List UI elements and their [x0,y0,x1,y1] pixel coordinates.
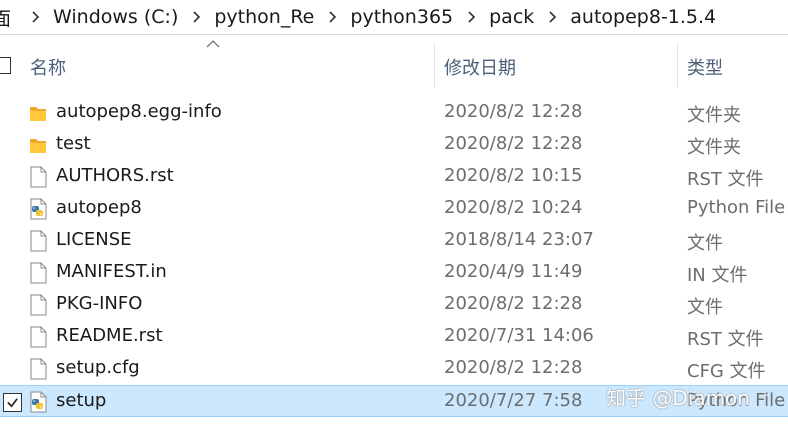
file-row[interactable]: autopep8 2020/8/2 10:24 Python File [0,193,788,225]
file-icon [28,230,48,252]
file-date: 2020/8/2 10:15 [444,165,583,186]
address-bar[interactable]: 面 Windows (C:) python_Re python365 pack … [0,0,788,35]
chevron-right-icon[interactable] [324,9,340,25]
file-row[interactable]: PKG-INFO 2020/8/2 12:28 文件 [0,289,788,321]
file-type: 文件夹 [687,137,741,158]
file-name: setup.cfg [56,357,140,378]
file-date: 2020/8/2 12:28 [444,293,583,314]
file-name: README.rst [56,325,163,346]
chevron-right-icon[interactable] [544,9,560,25]
file-name: autopep8 [56,197,142,218]
watermark: 知乎 @Diamon [606,386,750,410]
file-date: 2018/8/14 23:07 [444,229,594,250]
file-date: 2020/8/2 10:24 [444,197,583,218]
column-divider[interactable] [434,42,435,88]
file-row[interactable]: setup.cfg 2020/8/2 12:28 CFG 文件 [0,353,788,385]
file-date: 2020/8/2 12:28 [444,357,583,378]
chevron-right-icon[interactable] [463,9,479,25]
file-name: AUTHORS.rst [56,165,174,186]
file-type: CFG 文件 [687,361,766,382]
file-type: RST 文件 [687,329,764,350]
chevron-right-icon[interactable] [27,9,43,25]
file-date: 2020/7/31 14:06 [444,325,594,346]
chevron-right-icon[interactable] [188,9,204,25]
row-checkbox[interactable] [3,393,22,412]
breadcrumb-stub[interactable]: 面 [0,4,11,31]
file-name: setup [56,390,107,411]
column-header-name[interactable]: 名称 [30,54,66,80]
file-icon [28,294,48,316]
file-icon [28,262,48,284]
file-type: RST 文件 [687,169,764,190]
file-name: PKG-INFO [56,293,143,314]
select-all-checkbox[interactable] [0,57,11,74]
file-name: test [56,133,91,154]
file-name: MANIFEST.in [56,261,167,282]
file-type: 文件夹 [687,105,741,126]
file-name: autopep8.egg-info [56,101,222,122]
file-icon [28,326,48,348]
folder-icon [28,102,48,124]
file-date: 2020/8/2 12:28 [444,133,583,154]
file-icon [28,166,48,188]
file-row[interactable]: AUTHORS.rst 2020/8/2 10:15 RST 文件 [0,161,788,193]
column-header-type[interactable]: 类型 [687,54,723,80]
sort-up-icon [206,40,220,48]
python-file-icon [28,198,48,220]
file-row[interactable]: MANIFEST.in 2020/4/9 11:49 IN 文件 [0,257,788,289]
breadcrumb-item-pack[interactable]: pack [481,6,542,28]
file-name: LICENSE [56,229,132,250]
file-type: Python File [687,197,786,218]
file-icon [28,358,48,380]
column-header-date[interactable]: 修改日期 [444,54,516,80]
file-date: 2020/7/27 7:58 [444,390,583,411]
column-header: 名称 修改日期 类型 [0,40,788,94]
file-type: 文件 [687,233,723,254]
file-row[interactable]: autopep8.egg-info 2020/8/2 12:28 文件夹 [0,97,788,129]
file-row[interactable]: README.rst 2020/7/31 14:06 RST 文件 [0,321,788,353]
file-date: 2020/8/2 12:28 [444,101,583,122]
folder-icon [28,134,48,156]
file-row[interactable]: test 2020/8/2 12:28 文件夹 [0,129,788,161]
file-type: IN 文件 [687,265,748,286]
breadcrumb-item-drive[interactable]: Windows (C:) [45,6,186,28]
file-date: 2020/4/9 11:49 [444,261,583,282]
file-type: 文件 [687,297,723,318]
breadcrumb-item-autopep8[interactable]: autopep8-1.5.4 [562,6,724,28]
python-file-icon [28,391,48,413]
breadcrumb-item-python365[interactable]: python365 [342,6,461,28]
column-divider[interactable] [677,42,678,88]
file-row[interactable]: LICENSE 2018/8/14 23:07 文件 [0,225,788,257]
breadcrumb-item-python-re[interactable]: python_Re [206,6,322,28]
check-icon [7,398,18,408]
